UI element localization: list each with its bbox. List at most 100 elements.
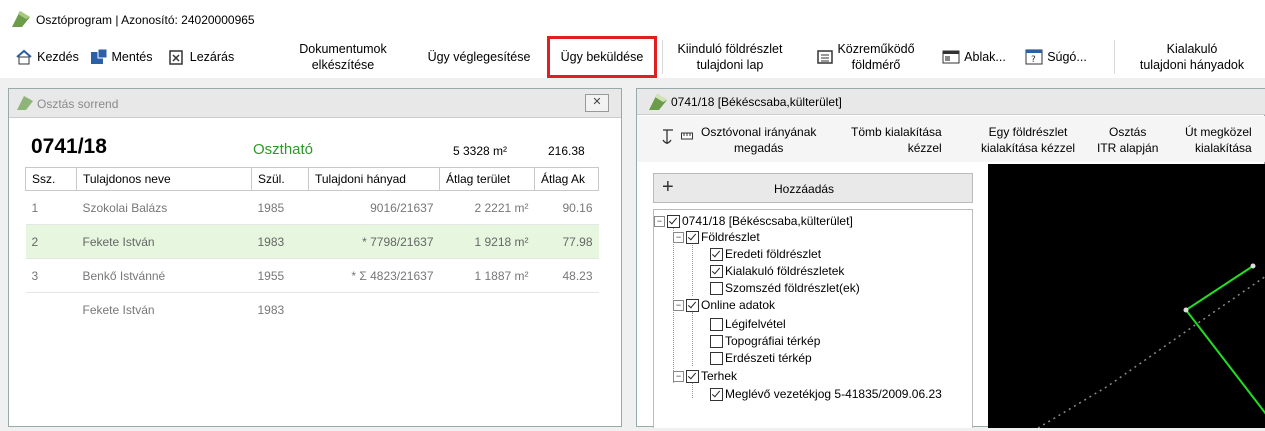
ut-megkozelites-button[interactable]: Út megközel kialakítása (1185, 124, 1252, 156)
column-header[interactable]: Átlag terület (439, 167, 535, 191)
parcel-id: 0741/18 (31, 135, 107, 158)
checkbox-kialakulo[interactable] (710, 264, 723, 278)
column-header[interactable]: Átlag Ak (534, 167, 599, 191)
tree-node-szomszed[interactable]: Szomszéd földrészlet(ek) (710, 281, 860, 295)
lezaras-label: Lezárás (189, 50, 235, 64)
tree-node-online[interactable]: − Online adatok (673, 298, 775, 312)
cell-nev: Fekete István (76, 292, 252, 326)
parcel-status: Osztható (253, 141, 314, 158)
cell-szul: 1955 (251, 258, 309, 293)
kozremukodo-button[interactable]: Közreműködő földmérő (802, 36, 930, 78)
cell-szul: 1985 (251, 190, 309, 225)
collapse-icon[interactable]: − (673, 370, 684, 382)
osztas-itr-button[interactable]: Osztás ITR alapján (1097, 124, 1158, 156)
egy-foldreszlet-button[interactable]: Egy földrészlet kialakítása kézzel (981, 124, 1075, 156)
save-icon (90, 48, 107, 64)
checkbox-terhek[interactable] (686, 369, 699, 383)
toolbar-separator (1114, 40, 1115, 74)
kiindulo-label-2: tulajdoni lap (696, 58, 764, 72)
dokumentumok-label-1: Dokumentumok (299, 42, 387, 56)
checkbox-legi[interactable] (710, 317, 723, 331)
owners-table: Ssz. Tulajdonos neve Szül. Tulajdoni hán… (25, 167, 599, 326)
tree-label-topo: Topográfiai térkép (725, 334, 821, 348)
home-icon (16, 49, 32, 65)
checkbox-topo[interactable] (710, 334, 723, 348)
tree-node-terhek[interactable]: − Terhek (673, 369, 737, 383)
ablak-button[interactable]: Ablak... (934, 36, 1014, 78)
column-header[interactable]: Ssz. (25, 167, 77, 191)
kiindulo-button[interactable]: Kiinduló földrészlet tulajdoni lap (668, 36, 792, 78)
vertex-marker[interactable] (1250, 263, 1256, 269)
checkbox-erdo[interactable] (710, 351, 723, 365)
vertex-marker[interactable] (1183, 307, 1189, 313)
tree-node-erdo[interactable]: Erdészeti térkép (710, 351, 812, 365)
osztovonal-button[interactable]: Osztóvonal irányának megadás (701, 124, 816, 156)
column-header[interactable]: Tulajdoni hányad (308, 167, 440, 191)
editor-toolbar: Osztóvonal irányának megadás Tömb kialakí… (637, 116, 1265, 162)
checkbox-online[interactable] (686, 298, 699, 312)
cell-nev: Szokolai Balázs (76, 190, 252, 225)
checkbox-vezetek[interactable] (710, 387, 723, 401)
checkbox-szomszed[interactable] (710, 281, 723, 295)
kialakulo-label-2: tulajdoni hányadok (1139, 58, 1245, 72)
table-row[interactable]: 2 Fekete István 1983 * 7798/21637 1 9218… (25, 224, 599, 259)
column-header[interactable]: Szül. (251, 167, 309, 191)
sugo-button[interactable]: ? Súgó... (1018, 36, 1094, 78)
veglegesites-button[interactable]: Ügy véglegesítése (418, 36, 540, 78)
cell-terulet: 2 2221 m² (439, 190, 535, 225)
cell-ak (534, 292, 599, 326)
bekuldes-button[interactable]: Ügy beküldése (547, 36, 657, 78)
checkbox-foldreszlet[interactable] (686, 230, 699, 244)
mentes-label: Mentés (111, 50, 153, 64)
tree-node-legi[interactable]: Légifelvétel (710, 317, 786, 331)
dokumentumok-button[interactable]: Dokumentumok elkészítése (282, 36, 404, 78)
ruler-icon[interactable] (681, 132, 693, 140)
cell-ssz: 3 (25, 258, 77, 293)
window-icon (942, 50, 960, 64)
ut-label-1: Út megközel (1185, 125, 1252, 139)
tree-node-eredeti[interactable]: Eredeti földrészlet (710, 247, 821, 261)
add-button[interactable]: + Hozzáadás (653, 173, 973, 203)
draw-line-icon[interactable] (661, 128, 675, 146)
mentes-button[interactable]: Mentés (86, 36, 156, 78)
cell-hanyad: * Σ 4823/21637 (308, 258, 440, 293)
cell-szul: 1983 (251, 292, 309, 326)
toolbar-separator (662, 40, 663, 74)
collapse-icon[interactable]: − (673, 231, 684, 243)
left-window-close-button[interactable]: ✕ (585, 94, 609, 112)
collapse-icon[interactable]: − (654, 215, 665, 227)
table-row[interactable]: 1 Szokolai Balázs 1985 9016/21637 2 2221… (25, 190, 599, 225)
table-row[interactable]: 3 Benkő Istvánné 1955 * Σ 4823/21637 1 1… (25, 258, 599, 293)
kialakulo-hanyadok-button[interactable]: Kialakuló tulajdoni hányadok (1124, 36, 1260, 78)
table-row[interactable]: Fekete István 1983 (25, 292, 599, 326)
tomb-button[interactable]: Tömb kialakítása kézzel (851, 124, 942, 156)
osztovonal-label-2: megadás (734, 141, 784, 155)
cell-terulet: 1 9218 m² (439, 224, 535, 259)
tree-node-kialakulo[interactable]: Kialakuló földrészletek (710, 264, 844, 278)
list-icon (817, 50, 834, 64)
tree-label-kialakulo: Kialakuló földrészletek (725, 264, 845, 278)
column-header[interactable]: Tulajdonos neve (76, 167, 252, 191)
tree-node-topo[interactable]: Topográfiai térkép (710, 334, 820, 348)
window-title: Osztóprogram | Azonosító: 24020000965 (36, 13, 255, 27)
map-canvas[interactable] (988, 164, 1265, 429)
parcel-ak: 216.38 (548, 144, 585, 158)
kozremukodo-label-1: Közreműködő (837, 42, 915, 56)
cell-hanyad: 9016/21637 (308, 190, 440, 225)
lezaras-button[interactable]: Lezárás (160, 36, 242, 78)
tree-node-root[interactable]: − 0741/18 [Békéscsaba,külterület] (654, 214, 853, 228)
cell-ak: 77.98 (534, 224, 599, 259)
tree-node-foldreszlet[interactable]: − Földrészlet (673, 230, 760, 244)
checkbox-eredeti[interactable] (710, 247, 723, 261)
bekuldes-label: Ügy beküldése (560, 50, 644, 64)
checkbox-root[interactable] (667, 214, 680, 228)
parcel-outline-line (1184, 265, 1265, 415)
kezdes-label: Kezdés (37, 50, 79, 64)
kialakulo-label-1: Kialakuló (1166, 42, 1218, 56)
collapse-icon[interactable]: − (673, 299, 684, 311)
cell-ssz: 2 (25, 224, 77, 259)
tree-node-vezetek[interactable]: Meglévő vezetékjog 5-41835/2009.06.23 (710, 387, 942, 401)
tree-connector (692, 242, 693, 296)
kezdes-button[interactable]: Kezdés (14, 36, 80, 78)
tree-label-online: Online adatok (701, 298, 776, 312)
